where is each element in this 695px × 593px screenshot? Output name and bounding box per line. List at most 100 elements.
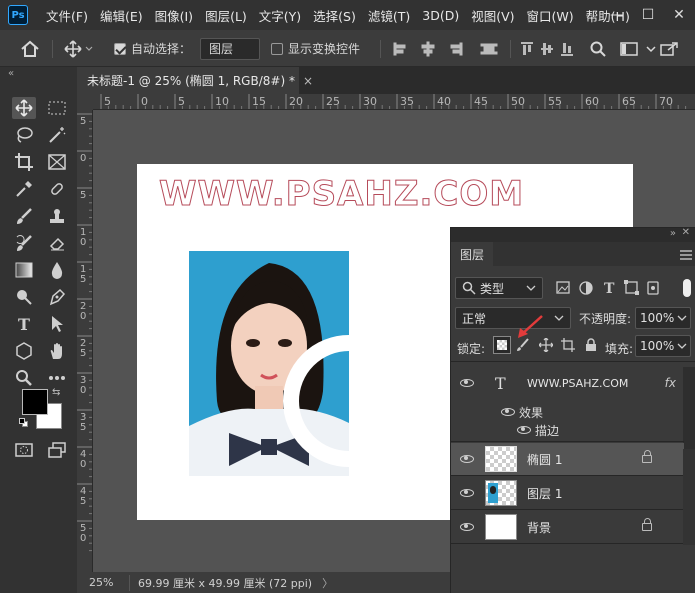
chevron-down-icon xyxy=(677,315,687,321)
status-arrow-icon[interactable]: 〉 xyxy=(322,575,333,591)
collapse-panel-icon[interactable]: » xyxy=(670,228,676,239)
magic-wand-tool-icon[interactable] xyxy=(45,124,69,146)
layers-panel: » ✕ 图层 类型 T 正常 不透明度: 100% 锁定: 填充: 100% T… xyxy=(450,227,695,593)
close-tab-icon[interactable]: × xyxy=(303,74,313,88)
ruler-label: 0 xyxy=(80,153,87,164)
marquee-tool-icon[interactable] xyxy=(45,97,69,119)
show-transform-checkbox[interactable]: 显示变换控件 xyxy=(271,30,360,67)
close-panel-icon[interactable]: ✕ xyxy=(682,227,690,238)
horizontal-ruler[interactable]: 5 0 5 10 15 20 25 30 35 40 45 50 55 60 65 70 xyxy=(93,94,695,110)
visibility-eye-icon[interactable] xyxy=(460,523,474,531)
opacity-label: 不透明度: xyxy=(579,312,632,326)
document-tab-strip: 未标题-1 @ 25% (椭圆 1, RGB/8#) * × xyxy=(77,67,695,94)
show-transform-label: 显示变换控件 xyxy=(288,42,361,56)
zoom-tool-icon[interactable] xyxy=(12,367,36,389)
layers-scrollbar[interactable] xyxy=(683,449,695,545)
visibility-eye-icon[interactable] xyxy=(460,379,474,387)
close-window-button[interactable]: ✕ xyxy=(664,0,694,30)
history-brush-tool-icon[interactable] xyxy=(12,232,36,254)
default-colors-icon[interactable] xyxy=(19,418,29,428)
menu-image[interactable]: 图像(I) xyxy=(149,6,199,25)
visibility-eye-icon[interactable] xyxy=(460,455,474,463)
layer-row-background[interactable]: 背景 xyxy=(451,511,684,543)
maximize-button[interactable]: ☐ xyxy=(633,0,663,30)
fill-input[interactable]: 100% xyxy=(635,335,691,357)
menu-3d[interactable]: 3D(D) xyxy=(416,8,465,23)
menu-select[interactable]: 选择(S) xyxy=(307,6,362,25)
ruler-label: 35 xyxy=(400,95,414,108)
stamp-tool-icon[interactable] xyxy=(45,205,69,227)
filter-toggle[interactable] xyxy=(683,279,691,297)
menu-edit[interactable]: 编辑(E) xyxy=(94,6,149,25)
dodge-tool-icon[interactable] xyxy=(12,286,36,308)
home-icon[interactable] xyxy=(20,30,40,67)
lock-artboard-icon[interactable] xyxy=(561,338,575,355)
swap-colors-icon[interactable]: ⇆ xyxy=(52,387,60,398)
panel-header: » ✕ xyxy=(451,227,695,242)
filter-kind-dropdown[interactable]: 类型 xyxy=(455,277,543,299)
type-tool-icon[interactable]: T xyxy=(12,313,36,335)
shape-tool-icon[interactable] xyxy=(12,340,36,362)
ruler-corner xyxy=(77,94,93,110)
quick-mask-icon[interactable] xyxy=(12,439,36,461)
ruler-label: 65 xyxy=(622,95,636,108)
menu-window[interactable]: 窗口(W) xyxy=(521,6,580,25)
visibility-eye-icon[interactable] xyxy=(501,408,515,416)
workspace-icon[interactable] xyxy=(620,30,638,67)
menu-bar: Ps 文件(F) 编辑(E) 图像(I) 图层(L) 文字(Y) 选择(S) 滤… xyxy=(0,0,695,30)
visibility-eye-icon[interactable] xyxy=(517,426,531,434)
screen-mode-icon[interactable] xyxy=(45,439,69,461)
frame-tool-icon[interactable] xyxy=(45,151,69,173)
ruler-label: 0 xyxy=(141,95,148,108)
ruler-label: 45 xyxy=(474,95,488,108)
menu-layer[interactable]: 图层(L) xyxy=(199,6,253,25)
zoom-level[interactable]: 25% xyxy=(89,576,129,589)
auto-select-target-dropdown[interactable]: 图层 xyxy=(200,30,260,67)
hand-tool-icon[interactable] xyxy=(45,340,69,362)
stroke-effect-row[interactable]: 描边 xyxy=(517,422,695,438)
minimize-button[interactable]: — xyxy=(602,0,632,30)
gradient-tool-icon[interactable] xyxy=(12,259,36,281)
lock-image-pixels-icon[interactable] xyxy=(516,338,530,355)
move-tool-icon[interactable] xyxy=(12,97,36,119)
fx-badge[interactable]: fx xyxy=(665,376,676,390)
blur-tool-icon[interactable] xyxy=(45,259,69,281)
auto-select-checkbox[interactable]: 自动选择： xyxy=(114,30,191,67)
layer-row-image[interactable]: 图层 1 xyxy=(451,477,684,509)
path-selection-tool-icon[interactable] xyxy=(45,313,69,335)
effects-row[interactable]: 效果 xyxy=(501,404,681,420)
more-tools-icon[interactable] xyxy=(45,367,69,389)
filter-kind-value: 类型 xyxy=(480,281,505,296)
layer-thumbnail xyxy=(485,480,517,506)
tab-layers[interactable]: 图层 xyxy=(451,242,493,266)
chevron-down-icon[interactable] xyxy=(646,30,656,67)
menu-type[interactable]: 文字(Y) xyxy=(253,6,307,25)
panel-menu-icon[interactable] xyxy=(680,249,692,263)
collapse-icon[interactable]: « xyxy=(8,68,14,79)
search-icon[interactable] xyxy=(590,30,606,67)
foreground-color-swatch[interactable] xyxy=(22,389,48,415)
layer-row-text[interactable]: T WWW.PSAHZ.COM fx xyxy=(451,367,695,399)
lock-all-icon[interactable] xyxy=(585,338,597,355)
vertical-ruler[interactable]: 5 0 5 1 0 1 5 2 0 2 5 3 0 3 5 4 0 4 5 5 0 xyxy=(77,110,93,572)
pen-tool-icon[interactable] xyxy=(45,286,69,308)
crop-tool-icon[interactable] xyxy=(12,151,36,173)
opacity-input[interactable]: 100% xyxy=(635,307,691,329)
document-tab[interactable]: 未标题-1 @ 25% (椭圆 1, RGB/8#) * × xyxy=(77,67,313,94)
menu-view[interactable]: 视图(V) xyxy=(465,6,520,25)
blend-mode-dropdown[interactable]: 正常 xyxy=(455,307,571,329)
lock-position-icon[interactable] xyxy=(538,337,554,355)
ruler-label: 50 xyxy=(511,95,525,108)
eraser-tool-icon[interactable] xyxy=(45,232,69,254)
move-tool-preset-icon[interactable] xyxy=(64,30,94,67)
healing-brush-tool-icon[interactable] xyxy=(45,178,69,200)
eyedropper-tool-icon[interactable] xyxy=(12,178,36,200)
visibility-eye-icon[interactable] xyxy=(460,489,474,497)
brush-tool-icon[interactable] xyxy=(12,205,36,227)
lasso-tool-icon[interactable] xyxy=(12,124,36,146)
lock-transparent-pixels-icon[interactable] xyxy=(493,336,511,354)
menu-file[interactable]: 文件(F) xyxy=(40,6,94,25)
layer-row-ellipse[interactable]: 椭圆 1 xyxy=(451,443,684,475)
share-icon[interactable] xyxy=(660,30,680,67)
menu-filter[interactable]: 滤镜(T) xyxy=(362,6,416,25)
